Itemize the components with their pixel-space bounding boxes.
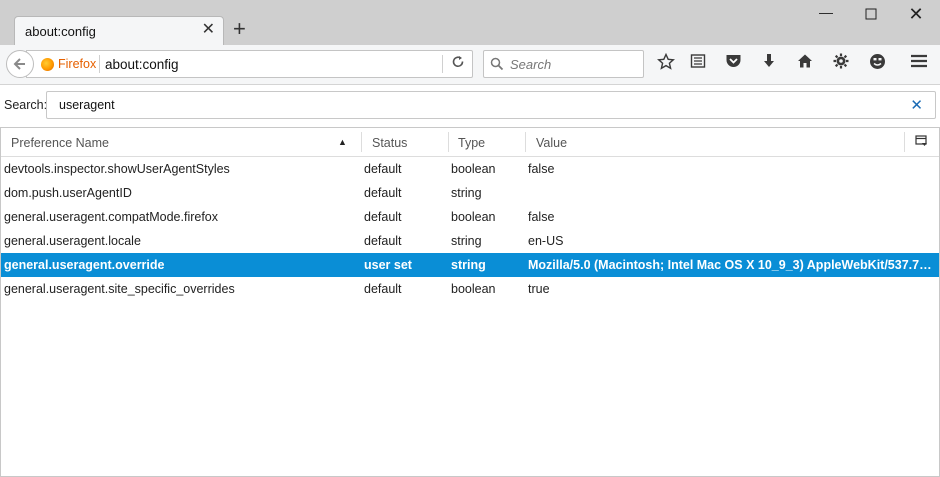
search-placeholder: Search — [510, 57, 552, 72]
identity-label: Firefox — [58, 57, 97, 71]
maximize-icon — [865, 8, 877, 20]
type-cell: string — [451, 186, 482, 200]
status-cell: user set — [364, 258, 412, 272]
column-separator[interactable] — [904, 132, 905, 152]
divider — [99, 55, 100, 73]
back-arrow-icon — [13, 58, 25, 70]
type-cell: boolean — [451, 210, 496, 224]
menu-icon[interactable] — [908, 53, 930, 75]
value-cell: Mozilla/5.0 (Macintosh; Intel Mac OS X 1… — [528, 258, 933, 272]
table-row[interactable]: general.useragent.locale default string en-… — [1, 229, 939, 253]
star-icon[interactable] — [655, 52, 677, 75]
status-cell: default — [364, 234, 402, 248]
maximize-button[interactable] — [857, 8, 885, 24]
value-cell: false — [528, 210, 555, 224]
back-button[interactable] — [6, 50, 34, 78]
status-cell: default — [364, 282, 402, 296]
value-cell: true — [528, 282, 550, 296]
config-search-input[interactable]: useragent ✕ — [46, 91, 936, 119]
value-cell: false — [528, 162, 555, 176]
firefox-icon — [41, 58, 54, 71]
tab-title: about:config — [25, 24, 96, 39]
column-separator[interactable] — [525, 132, 526, 152]
nav-bar: Firefox about:config Search — [0, 45, 940, 85]
reload-icon[interactable] — [451, 55, 465, 73]
url-bar[interactable]: Firefox about:config — [26, 50, 473, 78]
search-icon — [490, 57, 504, 74]
column-header-status[interactable]: Status — [372, 136, 407, 150]
status-cell: default — [364, 162, 402, 176]
download-icon[interactable] — [758, 53, 780, 75]
window-close-button[interactable]: ✕ — [902, 4, 930, 24]
column-separator[interactable] — [448, 132, 449, 152]
type-cell: boolean — [451, 282, 496, 296]
status-cell: default — [364, 210, 402, 224]
pref-name-cell: general.useragent.override — [4, 258, 165, 272]
config-search-label: Search: — [4, 98, 48, 112]
type-cell: string — [451, 234, 482, 248]
table-row[interactable]: dom.push.userAgentID default string — [1, 181, 939, 205]
smiley-icon[interactable] — [866, 53, 888, 75]
identity-box[interactable]: Firefox — [41, 57, 105, 73]
table-header: Preference Name ▲ Status Type Value — [1, 128, 939, 157]
sort-ascending-icon: ▲ — [338, 137, 347, 147]
config-search-area: Search: useragent ✕ — [0, 86, 940, 124]
new-tab-button[interactable]: + — [233, 18, 246, 40]
gear-icon[interactable] — [830, 53, 852, 75]
divider — [442, 55, 443, 73]
home-icon[interactable] — [794, 53, 816, 75]
pocket-icon[interactable] — [722, 53, 744, 75]
table-row[interactable]: general.useragent.compatMode.firefox defa… — [1, 205, 939, 229]
tab-close-icon[interactable]: ✕ — [202, 22, 215, 38]
minimize-button[interactable]: — — [812, 4, 840, 20]
clear-search-icon[interactable]: ✕ — [910, 96, 923, 114]
reading-list-icon[interactable] — [687, 53, 709, 75]
tab-about-config[interactable]: about:config ✕ — [14, 16, 224, 45]
pref-name-cell: general.useragent.site_specific_override… — [4, 282, 235, 296]
column-header-type[interactable]: Type — [458, 136, 485, 150]
url-text[interactable]: about:config — [105, 57, 179, 72]
value-cell: en-US — [528, 234, 564, 248]
table-row[interactable]: general.useragent.site_specific_override… — [1, 277, 939, 301]
pref-name-cell: general.useragent.locale — [4, 234, 141, 248]
type-cell: string — [451, 258, 486, 272]
column-picker-icon[interactable] — [915, 134, 929, 148]
column-header-name[interactable]: Preference Name — [11, 136, 109, 150]
column-header-value[interactable]: Value — [536, 136, 567, 150]
pref-name-cell: dom.push.userAgentID — [4, 186, 132, 200]
type-cell: boolean — [451, 162, 496, 176]
search-bar[interactable]: Search — [483, 50, 644, 78]
preferences-table: Preference Name ▲ Status Type Value devt… — [0, 127, 940, 477]
column-separator[interactable] — [361, 132, 362, 152]
pref-name-cell: devtools.inspector.showUserAgentStyles — [4, 162, 230, 176]
status-cell: default — [364, 186, 402, 200]
config-search-value: useragent — [59, 98, 115, 112]
title-bar: about:config ✕ + — ✕ — [0, 0, 940, 45]
table-row[interactable]: devtools.inspector.showUserAgentStyles de… — [1, 157, 939, 181]
pref-name-cell: general.useragent.compatMode.firefox — [4, 210, 219, 224]
table-row[interactable]: general.useragent.override user set string… — [1, 253, 939, 277]
